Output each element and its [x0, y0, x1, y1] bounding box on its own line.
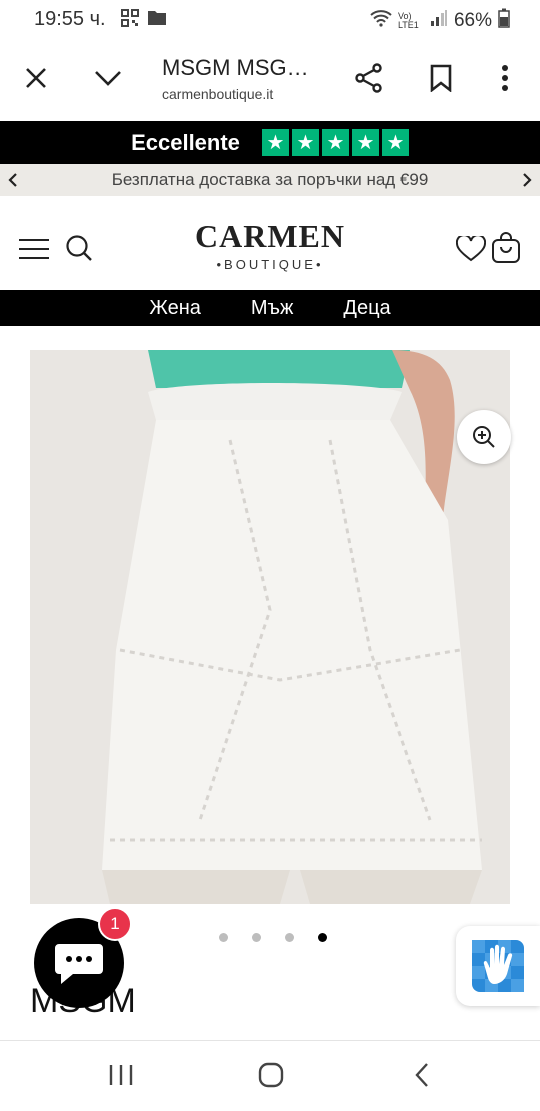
- nav-item-kids[interactable]: Деца: [343, 297, 390, 320]
- status-time: 19:55 ч.: [34, 8, 106, 30]
- more-menu-button[interactable]: [485, 58, 525, 98]
- back-icon: [415, 1063, 428, 1087]
- gallery-dot[interactable]: [252, 933, 261, 942]
- promo-banner: Безплатна доставка за поръчки над €99: [0, 164, 540, 196]
- recent-apps-button[interactable]: [108, 1064, 134, 1091]
- gallery-dot[interactable]: [285, 933, 294, 942]
- promo-text: Безплатна доставка за поръчки над €99: [111, 170, 429, 189]
- minimize-button[interactable]: [88, 58, 128, 98]
- qr-icon: [121, 9, 139, 32]
- cart-button[interactable]: [491, 232, 521, 269]
- star-icon: ★: [351, 129, 379, 156]
- trust-rating-bar[interactable]: Eccellente ★ ★ ★ ★ ★: [0, 121, 540, 164]
- site-header: CARMEN •BOUTIQUE•: [0, 196, 540, 290]
- accessibility-widget[interactable]: [456, 926, 540, 1006]
- nav-item-men[interactable]: Мъж: [251, 297, 294, 320]
- tab-url: carmenboutique.it: [162, 86, 274, 102]
- zoom-button[interactable]: [457, 410, 511, 464]
- bookmark-button[interactable]: [421, 58, 461, 98]
- nav-item-women[interactable]: Жена: [149, 297, 201, 320]
- back-button[interactable]: [414, 1062, 430, 1093]
- recent-apps-icon: [109, 1065, 133, 1085]
- star-icon: ★: [321, 129, 349, 156]
- close-icon: [26, 68, 46, 88]
- wishlist-button[interactable]: [455, 234, 487, 267]
- chevron-left-icon: [8, 173, 17, 187]
- tab-title: MSGM MSG…: [162, 55, 309, 80]
- promo-prev-button[interactable]: [0, 164, 26, 196]
- category-nav: Жена Мъж Деца: [0, 290, 540, 326]
- folder-icon: [147, 9, 167, 32]
- network-label: Vo) LTE1: [397, 11, 419, 30]
- bookmark-icon: [430, 64, 452, 92]
- system-nav-bar: [0, 1040, 540, 1111]
- promo-next-button[interactable]: [514, 164, 540, 196]
- signal-icon: [430, 9, 448, 33]
- close-tab-button[interactable]: [16, 58, 56, 98]
- product-image[interactable]: [30, 350, 510, 904]
- star-icon: ★: [261, 129, 289, 156]
- share-icon: [355, 63, 382, 93]
- zoom-in-icon: [473, 426, 495, 448]
- status-bar: 19:55 ч. Vo) LTE1 66%: [0, 0, 540, 38]
- star-icon: ★: [381, 129, 409, 156]
- rating-stars: ★ ★ ★ ★ ★: [261, 129, 409, 156]
- product-photo: [30, 350, 510, 904]
- home-button[interactable]: [258, 1062, 284, 1093]
- battery-percent: 66%: [453, 10, 492, 31]
- chevron-down-icon: [95, 71, 121, 86]
- battery-icon: [498, 8, 510, 34]
- wifi-icon: [370, 9, 392, 33]
- gallery-dot[interactable]: [219, 933, 228, 942]
- rating-label: Eccellente: [131, 129, 240, 155]
- chat-icon: [55, 944, 103, 984]
- more-vertical-icon: [502, 65, 508, 91]
- heart-icon: [455, 234, 487, 262]
- gallery-dot[interactable]: [318, 933, 327, 942]
- home-icon: [258, 1062, 284, 1088]
- accessibility-hand-icon: [472, 940, 524, 992]
- star-icon: ★: [291, 129, 319, 156]
- shopping-bag-icon: [492, 232, 520, 263]
- chevron-right-icon: [523, 173, 532, 187]
- share-button[interactable]: [349, 58, 389, 98]
- browser-toolbar: MSGM MSG… carmenboutique.it: [0, 38, 540, 120]
- chat-unread-badge: 1: [98, 907, 132, 941]
